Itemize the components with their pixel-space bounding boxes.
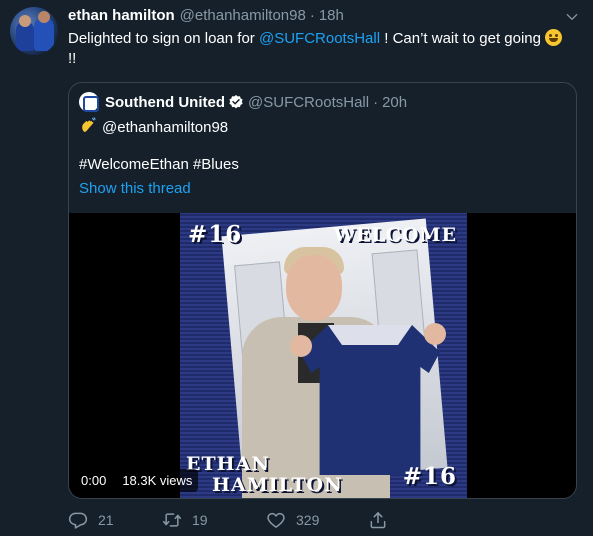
quoted-tweet-timestamp: 20h: [382, 93, 408, 111]
club-jersey: [300, 325, 440, 475]
poster-welcome: WELCOME: [333, 224, 457, 246]
tweet-actions: 21 19 329: [68, 510, 398, 530]
video-badges: 0:00 18.3K views: [75, 469, 199, 492]
author-name[interactable]: ethan hamilton: [68, 7, 175, 24]
share-icon: [370, 512, 386, 529]
retweet-button[interactable]: 19: [162, 510, 266, 530]
retweet-icon: [162, 513, 182, 527]
tweet-header: ethan hamilton @ethanhamilton98 · 18h: [68, 7, 553, 27]
like-count: 329: [296, 512, 320, 528]
verified-badge-icon: [229, 95, 243, 109]
tweet-body: Delighted to sign on loan for @SUFCRoots…: [68, 29, 583, 69]
video-poster: #16 WELCOME ETHAN HAMILTON #16: [180, 213, 467, 498]
chevron-down-icon[interactable]: [565, 10, 579, 24]
quoted-mention: @ethanhamilton98: [102, 119, 229, 136]
separator-dot: ·: [309, 7, 315, 24]
reply-button[interactable]: 21: [68, 510, 162, 530]
poster-number-bottom: #16: [402, 463, 457, 490]
tweet-text-part: !!: [68, 50, 77, 67]
avatar-head: [19, 15, 31, 27]
waving-hand-emoji-icon: [82, 117, 96, 132]
author-avatar[interactable]: [10, 7, 58, 55]
player-hand: [424, 323, 446, 345]
mention-link[interactable]: @SUFCRootsHall: [259, 30, 380, 47]
reply-icon: [68, 512, 88, 529]
show-thread-link[interactable]: Show this thread: [79, 179, 191, 199]
tweet-timestamp[interactable]: 18h: [319, 7, 344, 24]
tweet-text-part: ! Can’t wait to get going: [380, 30, 546, 47]
avatar-head: [38, 11, 50, 23]
separator-dot: ·: [373, 93, 379, 111]
video-duration: 0:00: [75, 469, 113, 492]
quoted-author-name: Southend United: [105, 93, 225, 111]
player-hand: [290, 335, 312, 357]
like-button[interactable]: 329: [266, 510, 368, 530]
video-views: 18.3K views: [116, 469, 199, 492]
reply-count: 21: [98, 512, 114, 528]
quoted-hashtags: #WelcomeEthan #Blues: [79, 156, 239, 173]
tweet-text-part: Delighted to sign on loan for: [68, 30, 259, 47]
player-head: [286, 255, 342, 321]
author-handle[interactable]: @ethanhamilton98: [180, 7, 306, 24]
video-player[interactable]: #16 WELCOME ETHAN HAMILTON #16 0:00 18.3…: [69, 213, 576, 498]
grinning-face-emoji-icon: [545, 29, 563, 46]
heart-icon: [267, 512, 285, 528]
poster-first-name: ETHAN: [186, 453, 270, 475]
retweet-count: 19: [192, 512, 208, 528]
quoted-tweet-header: Southend United @SUFCRootsHall · 20h: [79, 92, 407, 112]
quoted-author-avatar: [79, 92, 99, 112]
quoted-tweet[interactable]: Southend United @SUFCRootsHall · 20h @et…: [68, 82, 577, 499]
poster-last-name: HAMILTON: [212, 474, 343, 496]
quoted-mention-line: @ethanhamilton98: [79, 117, 228, 138]
share-button[interactable]: [368, 510, 398, 530]
poster-number-top: #16: [188, 221, 243, 248]
quoted-author-handle: @SUFCRootsHall: [248, 93, 370, 111]
